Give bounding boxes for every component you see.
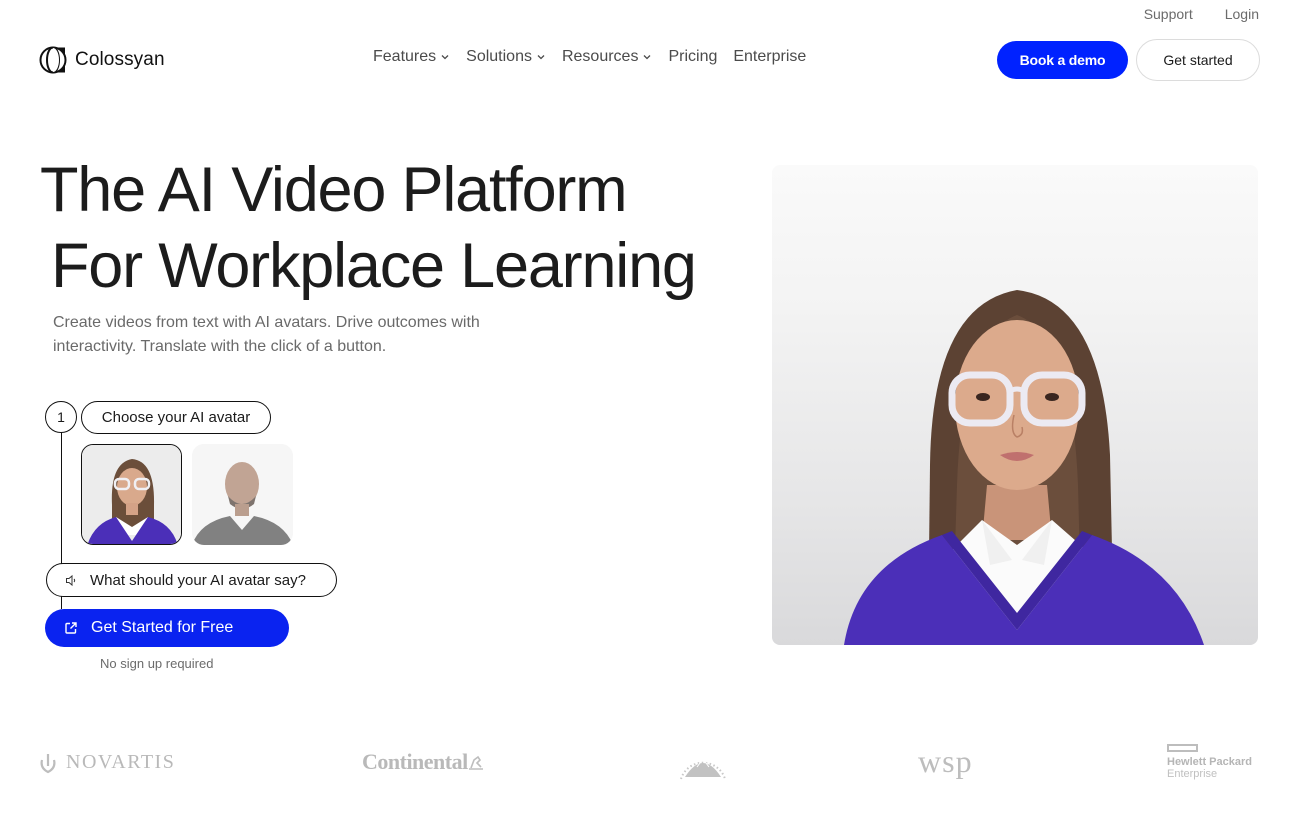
novartis-wordmark: NOVARTIS [66,751,176,773]
wsp-logo: wsp [918,743,973,779]
no-signup-note: No sign up required [100,656,214,671]
chevron-down-icon [440,52,450,62]
nav-enterprise[interactable]: Enterprise [733,48,806,66]
nav-label: Enterprise [733,48,807,65]
nav-solutions[interactable]: Solutions [466,48,546,66]
paramount-logo: Paramount [675,741,731,787]
avatar-script-input[interactable]: What should your AI avatar say? [46,563,337,597]
novartis-flame-icon [40,753,56,773]
continental-wordmark: Continental [362,749,468,774]
paramount-wordmark: Paramount [686,755,720,763]
script-prompt-text: What should your AI avatar say? [90,571,306,589]
external-link-icon [65,622,77,634]
main-nav: Features Solutions Resources Pricing Ent… [373,48,806,66]
nav-resources[interactable]: Resources [562,48,652,66]
hero-avatar-video[interactable] [772,165,1258,645]
get-started-free-button[interactable]: Get Started for Free [45,609,289,647]
hpe-wordmark-line-2: Enterprise [1167,768,1218,780]
step-number-badge: 1 [45,401,77,433]
chevron-down-icon [642,52,652,62]
hero-title-line-1: The AI Video Platform [40,155,628,225]
speaker-icon [66,574,76,586]
hpe-wordmark-line-1: Hewlett Packard [1167,756,1252,768]
nav-label: Resources [561,48,639,65]
nav-features[interactable]: Features [373,48,450,66]
login-link[interactable]: Login [1225,6,1259,22]
customer-logos: NOVARTIS Continental Paramount wsp Hewle… [0,735,1306,795]
nav-pricing[interactable]: Pricing [668,48,717,66]
hpe-logo: Hewlett Packard Enterprise [1167,744,1252,780]
paramount-mountain-icon: Paramount [680,755,726,780]
book-demo-button[interactable]: Book a demo [997,41,1128,79]
support-link[interactable]: Support [1144,6,1193,22]
nav-label: Solutions [466,48,532,65]
continental-logo: Continental [362,749,484,775]
colossyan-logo-icon [39,46,67,74]
hero-title-line-2: For Workplace Learning [51,231,697,301]
avatar-option-female[interactable] [81,444,182,545]
hpe-element-icon [1167,744,1198,752]
nav-label: Pricing [668,48,718,65]
get-started-button[interactable]: Get started [1136,39,1260,81]
brand-name: Colossyan [75,49,165,70]
avatar-portrait-image [844,290,1204,645]
chevron-down-icon [536,52,546,62]
choose-avatar-label: Choose your AI avatar [81,401,271,434]
avatar-option-male[interactable] [192,444,293,545]
utility-nav: Support Login [1144,6,1259,22]
continental-horse-icon [468,755,483,770]
hero-title: The AI Video Platform For Workplace Lear… [40,152,697,304]
brand-logo[interactable]: Colossyan [39,46,165,74]
nav-label: Features [373,48,437,65]
cta-label: Get Started for Free [91,619,234,636]
female-avatar-image [82,445,181,544]
hero-subtitle: Create videos from text with AI avatars.… [53,314,480,355]
male-avatar-image [192,444,293,545]
novartis-logo: NOVARTIS [38,751,175,774]
